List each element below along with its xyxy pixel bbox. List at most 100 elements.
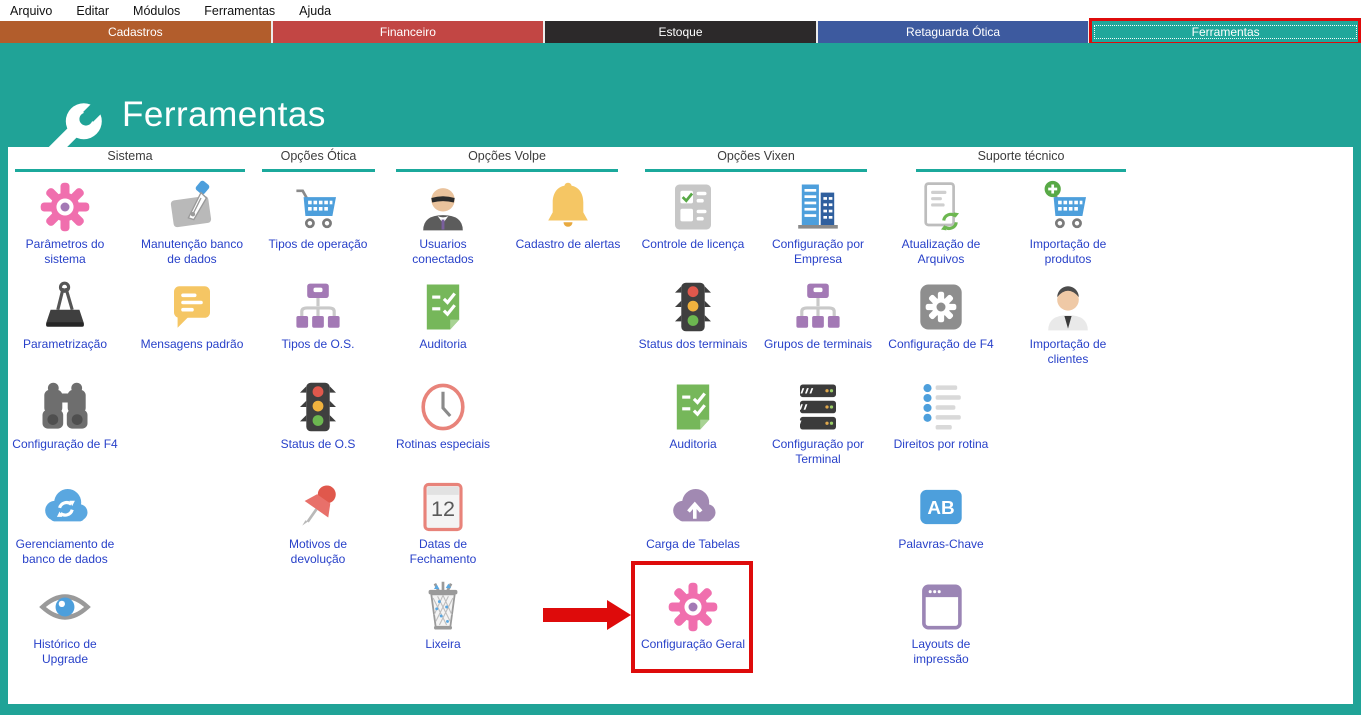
audit-note-icon (416, 280, 470, 334)
eye-icon (38, 580, 92, 634)
item-label: Tipos de operação (263, 237, 373, 252)
menu-modulos[interactable]: Módulos (133, 4, 180, 18)
application-window: Arquivo Editar Módulos Ferramentas Ajuda Cad… (0, 0, 1361, 715)
item-usuarios-conectados[interactable]: Usuarios conectados (388, 180, 498, 267)
traffic-light-icon (291, 380, 345, 434)
message-bubble-icon (165, 280, 219, 334)
shopping-cart-icon (291, 180, 345, 234)
item-grupos-de-terminais[interactable]: Grupos de terminais (763, 280, 873, 352)
category-label: Opções Ótica (281, 149, 357, 163)
item-label: Parâmetros do sistema (10, 237, 120, 267)
item-tipos-de-o-s[interactable]: Tipos de O.S. (263, 280, 373, 352)
keyword-badge-icon: AB (914, 480, 968, 534)
menu-ferramentas[interactable]: Ferramentas (204, 4, 275, 18)
item-label: Mensagens padrão (137, 337, 247, 352)
item-motivos-de-devolucao[interactable]: Motivos de devolução (263, 480, 373, 567)
tab-estoque[interactable]: Estoque (545, 21, 818, 43)
item-atualizacao-de-arquivos[interactable]: Atualização de Arquivos (886, 180, 996, 267)
item-cadastro-de-alertas[interactable]: Cadastro de alertas (513, 180, 623, 252)
item-label: Histórico de Upgrade (10, 637, 120, 667)
item-label: Grupos de terminais (763, 337, 873, 352)
category-underline (916, 169, 1126, 172)
binoculars-icon (38, 380, 92, 434)
item-parametrizacao[interactable]: Parametrização (10, 280, 120, 352)
item-label: Auditoria (388, 337, 498, 352)
pushpin-icon (291, 480, 345, 534)
org-tree-icon (791, 280, 845, 334)
item-label: Importação de clientes (1013, 337, 1123, 367)
item-label: Palavras-Chave (886, 537, 996, 552)
item-auditoria[interactable]: Auditoria (638, 380, 748, 452)
item-datas-de-fechamento[interactable]: 12Datas de Fechamento (388, 480, 498, 567)
buildings-icon (791, 180, 845, 234)
clock-icon (416, 380, 470, 434)
item-gerenciamento-de-banco-de-dados[interactable]: Gerenciamento de banco de dados (10, 480, 120, 567)
item-label: Configuração de F4 (886, 337, 996, 352)
item-auditoria[interactable]: Auditoria (388, 280, 498, 352)
menu-ajuda[interactable]: Ajuda (299, 4, 331, 18)
item-label: Configuração por Empresa (763, 237, 873, 267)
item-direitos-por-rotina[interactable]: Direitos por rotina (886, 380, 996, 452)
item-configuracao-por-terminal[interactable]: Configuração por Terminal (763, 380, 873, 467)
cloud-sync-icon (38, 480, 92, 534)
pen-document-icon (165, 180, 219, 234)
item-configuracao-de-f4[interactable]: Configuração de F4 (886, 280, 996, 352)
category-underline (15, 169, 245, 172)
user-sunglasses-icon (416, 180, 470, 234)
category-underline (645, 169, 867, 172)
item-layouts-de-impressao[interactable]: Layouts de impressão (886, 580, 996, 667)
category-suporte-tecnico: Suporte técnico (916, 149, 1126, 163)
item-importacao-de-clientes[interactable]: Importação de clientes (1013, 280, 1123, 367)
item-mensagens-padrao[interactable]: Mensagens padrão (137, 280, 247, 352)
item-tipos-de-operacao[interactable]: Tipos de operação (263, 180, 373, 252)
cart-plus-icon (1041, 180, 1095, 234)
item-configuracao-por-empresa[interactable]: Configuração por Empresa (763, 180, 873, 267)
category-label: Opções Vixen (717, 149, 795, 163)
gear-square-icon (914, 280, 968, 334)
item-label: Auditoria (638, 437, 748, 452)
server-stack-icon (791, 380, 845, 434)
tab-ferramentas[interactable]: Ferramentas (1090, 21, 1361, 43)
item-label: Direitos por rotina (886, 437, 996, 452)
item-carga-de-tabelas[interactable]: Carga de Tabelas (638, 480, 748, 552)
cloud-upload-icon (666, 480, 720, 534)
annotation-red-arrow-icon (543, 608, 607, 622)
item-label: Configuração por Terminal (763, 437, 873, 467)
menubar: Arquivo Editar Módulos Ferramentas Ajuda (0, 0, 1361, 21)
item-status-dos-terminais[interactable]: Status dos terminais (638, 280, 748, 352)
category-opcoes-vixen: Opções Vixen (645, 149, 867, 163)
item-historico-de-upgrade[interactable]: Histórico de Upgrade (10, 580, 120, 667)
item-status-de-o-s[interactable]: Status de O.S (263, 380, 373, 452)
item-palavras-chave[interactable]: AB Palavras-Chave (886, 480, 996, 552)
item-label: Importação de produtos (1013, 237, 1123, 267)
category-underline (262, 169, 375, 172)
item-label: Configuração de F4 (10, 437, 120, 452)
category-opcoes-volpe: Opções Volpe (396, 149, 618, 163)
menu-arquivo[interactable]: Arquivo (10, 4, 52, 18)
menu-editar[interactable]: Editar (76, 4, 109, 18)
item-controle-de-licenca[interactable]: Controle de licença (638, 180, 748, 252)
item-rotinas-especiais[interactable]: Rotinas especiais (388, 380, 498, 452)
tab-retaguarda-otica[interactable]: Retaguarda Ótica (818, 21, 1091, 43)
item-configuracao-de-f4[interactable]: Configuração de F4 (10, 380, 120, 452)
item-lixeira[interactable]: Lixeira (388, 580, 498, 652)
pink-gear-icon (38, 180, 92, 234)
item-parametros-do-sistema[interactable]: Parâmetros do sistema (10, 180, 120, 267)
audit-note-icon (666, 380, 720, 434)
tab-cadastros[interactable]: Cadastros (0, 21, 273, 43)
traffic-light-icon (666, 280, 720, 334)
license-checklist-icon (666, 180, 720, 234)
svg-text:12: 12 (431, 496, 455, 521)
item-label: Manutenção banco de dados (137, 237, 247, 267)
trash-icon (416, 580, 470, 634)
svg-text:AB: AB (927, 498, 954, 519)
item-label: Usuarios conectados (388, 237, 498, 267)
item-configuracao-geral[interactable]: Configuração Geral (638, 580, 748, 652)
category-label: Opções Volpe (468, 149, 546, 163)
category-underline (396, 169, 618, 172)
document-sync-icon (914, 180, 968, 234)
item-label: Tipos de O.S. (263, 337, 373, 352)
item-manutencao-banco-de-dados[interactable]: Manutenção banco de dados (137, 180, 247, 267)
item-importacao-de-produtos[interactable]: Importação de produtos (1013, 180, 1123, 267)
tab-financeiro[interactable]: Financeiro (273, 21, 546, 43)
